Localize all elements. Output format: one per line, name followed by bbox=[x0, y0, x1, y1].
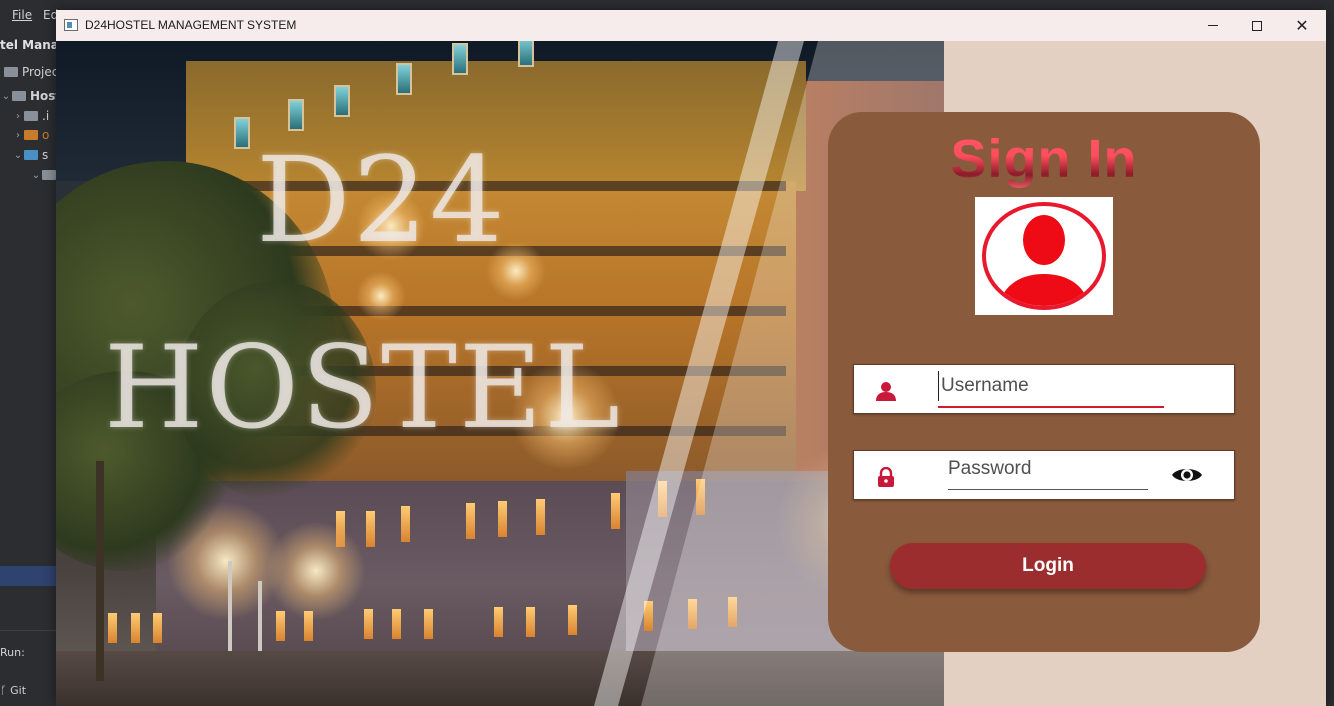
password-field bbox=[853, 450, 1235, 500]
login-button[interactable]: Login bbox=[890, 543, 1206, 589]
folder-icon bbox=[42, 170, 56, 180]
username-field bbox=[853, 364, 1235, 414]
password-underline bbox=[948, 489, 1148, 490]
chevron-right-icon: › bbox=[16, 129, 20, 141]
minimize-icon bbox=[1208, 25, 1218, 26]
ide-tree-item[interactable]: › .i bbox=[0, 107, 49, 125]
user-avatar-icon bbox=[982, 202, 1106, 310]
chevron-down-icon: ⌄ bbox=[13, 149, 23, 161]
minimize-button[interactable] bbox=[1190, 10, 1236, 41]
chevron-right-icon: › bbox=[16, 110, 20, 122]
maximize-button[interactable] bbox=[1234, 10, 1280, 41]
username-input[interactable] bbox=[938, 371, 1162, 401]
app-window: D24HOSTEL MANAGEMENT SYSTEM ✕ D24 HOSTEL… bbox=[56, 10, 1326, 706]
username-underline bbox=[938, 406, 1164, 408]
avatar bbox=[975, 197, 1113, 315]
folder-icon bbox=[24, 111, 38, 121]
chevron-down-icon: ⌄ bbox=[1, 90, 11, 102]
close-button[interactable]: ✕ bbox=[1279, 10, 1325, 41]
sign-in-heading: Sign In bbox=[828, 128, 1260, 190]
ide-menu-file[interactable]: File bbox=[12, 8, 32, 22]
hero-image bbox=[56, 41, 944, 706]
folder-icon bbox=[24, 150, 38, 160]
ide-tree-item[interactable]: ⌄ Host bbox=[0, 87, 61, 105]
ide-tree-item[interactable]: ⌄ bbox=[0, 166, 60, 184]
ide-selected-row[interactable] bbox=[0, 566, 56, 586]
title-bar[interactable]: D24HOSTEL MANAGEMENT SYSTEM ✕ bbox=[56, 10, 1326, 41]
app-icon bbox=[64, 19, 78, 31]
git-branch-icon: ᚵ bbox=[0, 684, 11, 697]
divider bbox=[0, 630, 56, 631]
close-icon: ✕ bbox=[1295, 16, 1309, 35]
folder-icon bbox=[24, 130, 38, 140]
show-password-toggle[interactable] bbox=[1170, 463, 1204, 487]
maximize-icon bbox=[1252, 20, 1262, 31]
password-input[interactable] bbox=[948, 455, 1148, 483]
ide-tree-item[interactable]: › o bbox=[0, 126, 49, 144]
login-card: Sign In Username Login bbox=[828, 112, 1260, 652]
ide-run-label[interactable]: Run: bbox=[0, 646, 25, 659]
eye-icon bbox=[1172, 469, 1202, 481]
folder-icon bbox=[4, 67, 18, 77]
ide-right-edge bbox=[1326, 30, 1334, 706]
lock-icon bbox=[874, 465, 898, 489]
folder-icon bbox=[12, 91, 26, 101]
ide-tree-item[interactable]: ⌄ s bbox=[0, 146, 48, 164]
ide-git-tab[interactable]: ᚵ Git bbox=[0, 684, 26, 697]
window-title: D24HOSTEL MANAGEMENT SYSTEM bbox=[85, 18, 297, 32]
chevron-down-icon: ⌄ bbox=[31, 169, 41, 181]
user-icon bbox=[874, 379, 898, 403]
ide-tree-item[interactable]: Projec bbox=[0, 63, 58, 81]
